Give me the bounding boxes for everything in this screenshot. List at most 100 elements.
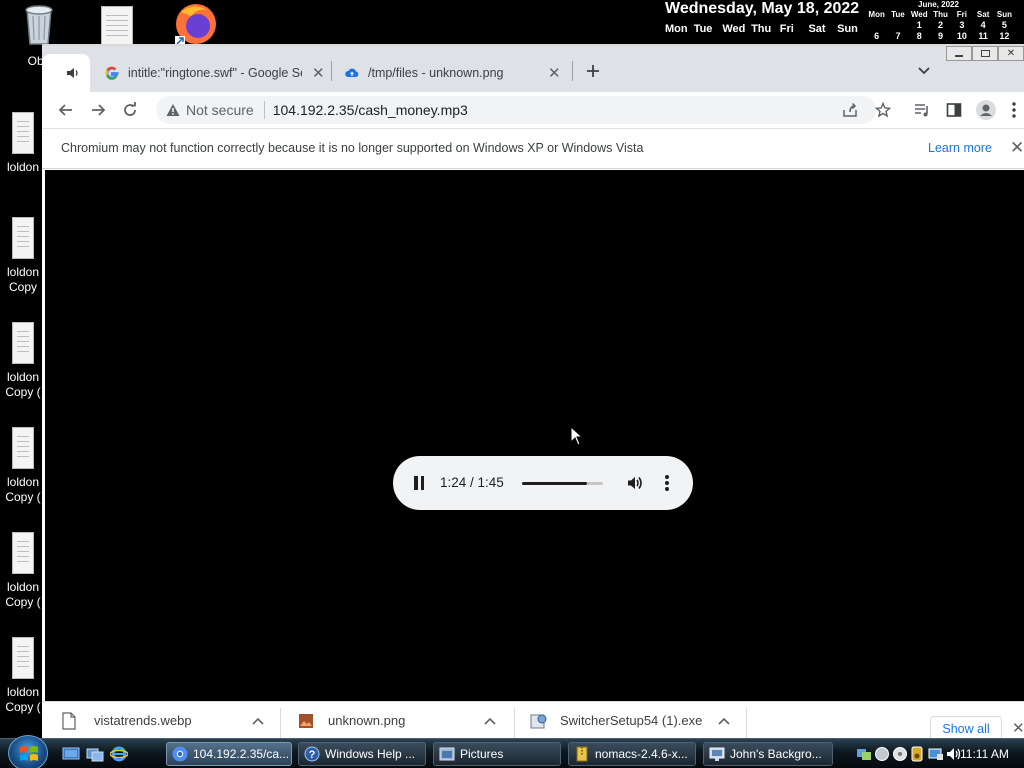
calendar-day-header: Fri — [956, 10, 967, 19]
audio-player[interactable]: 1:24 / 1:45 — [393, 456, 693, 510]
maximize-button[interactable] — [972, 46, 998, 61]
calendar-date: 2 — [938, 20, 944, 30]
calendar-date: 11 — [978, 31, 988, 41]
back-button[interactable] — [52, 96, 80, 124]
desktop-file-label: loldon — [6, 580, 40, 594]
profile-button[interactable] — [972, 96, 1000, 124]
close-tab-icon[interactable]: ✕ — [548, 64, 561, 82]
weekday: Sun — [837, 23, 858, 35]
taskbar-item-label: nomacs-2.4.6-x... — [595, 747, 688, 761]
close-tab-icon[interactable]: ✕ — [312, 64, 325, 82]
document-icon — [12, 532, 34, 574]
svg-text:?: ? — [309, 749, 316, 761]
not-secure-label[interactable]: Not secure — [186, 102, 254, 118]
weekday: Wed — [722, 23, 746, 35]
taskbar-item-chromium[interactable]: 104.192.2.35/ca... — [166, 742, 292, 766]
display-settings-icon — [709, 747, 725, 761]
kebab-dot — [665, 487, 669, 491]
arrow-right-icon — [92, 104, 106, 116]
pause-button[interactable] — [413, 476, 425, 490]
tab-strip: intitle:"ringtone.swf" - Google Se ✕ /tm… — [42, 46, 1024, 92]
kebab-menu-icon — [1012, 102, 1016, 118]
recycle-bin-icon — [25, 5, 53, 45]
menu-button[interactable] — [1004, 96, 1024, 124]
desktop-file-loldon-copy-3[interactable]: loldon Copy ( — [2, 427, 44, 505]
taskbar-item-background[interactable]: John's Backgro... — [703, 742, 833, 766]
close-infobar-icon[interactable]: ✕ — [1010, 138, 1024, 158]
desktop-file-icon[interactable] — [100, 6, 134, 46]
taskbar-item-nomacs[interactable]: nomacs-2.4.6-x... — [568, 742, 696, 766]
download-item[interactable]: SwitcherSetup54 (1).exe — [530, 702, 736, 739]
chevron-up-icon[interactable] — [718, 717, 730, 725]
media-tray-icon[interactable] — [892, 746, 908, 762]
explorer-icon — [439, 747, 455, 761]
tab-active-audio[interactable] — [42, 54, 90, 92]
side-panel-button[interactable] — [940, 96, 968, 124]
calendar-date — [866, 20, 887, 30]
share-icon[interactable] — [842, 102, 858, 118]
download-item[interactable]: vistatrends.webp — [62, 702, 268, 739]
pause-icon-bar — [414, 476, 418, 490]
avatar-icon — [976, 100, 996, 120]
desktop-file-label-line2: Copy ( — [5, 700, 41, 714]
close-download-shelf-icon[interactable]: ✕ — [1012, 719, 1024, 737]
switch-windows-icon[interactable] — [86, 745, 104, 763]
speaker-icon — [67, 68, 78, 78]
media-controls-button[interactable] — [908, 96, 936, 124]
omnibox-divider — [263, 101, 265, 119]
forward-button[interactable] — [84, 96, 112, 124]
network-tray-icon[interactable] — [856, 746, 872, 762]
seek-slider[interactable] — [522, 482, 603, 485]
url-text[interactable]: 104.192.2.35/cash_money.mp3 — [273, 102, 468, 118]
tab-google-search[interactable]: intitle:"ringtone.swf" - Google Se ✕ — [92, 54, 332, 92]
desktop: Obu loldon loldon Copy loldon Copy ( lol… — [0, 0, 1024, 768]
tab-tmp-files[interactable]: /tmp/files - unknown.png ✕ — [332, 54, 572, 92]
internet-explorer-icon[interactable] — [110, 745, 128, 763]
reload-button[interactable] — [116, 96, 144, 124]
globe-tray-icon[interactable] — [874, 746, 890, 762]
calendar-date: 1 — [916, 20, 922, 30]
chevron-up-icon[interactable] — [484, 717, 496, 725]
learn-more-link[interactable]: Learn more — [928, 141, 992, 155]
desktop-file-label-line2: Copy — [8, 280, 37, 294]
desktop-file-loldon-copy-5[interactable]: loldon Copy ( — [2, 637, 44, 715]
volume-icon[interactable] — [626, 474, 644, 492]
calendar-date: 8 — [916, 31, 922, 41]
taskbar-item-pictures[interactable]: Pictures — [433, 742, 561, 766]
windows-logo-icon — [20, 746, 38, 761]
start-button[interactable] — [8, 735, 48, 768]
monitor-tray-icon[interactable] — [928, 746, 944, 762]
download-filename: unknown.png — [328, 713, 406, 728]
taskbar-item-windows-help[interactable]: ? Windows Help ... — [298, 742, 426, 766]
desktop-file-loldon[interactable]: loldon — [2, 112, 44, 175]
document-icon — [12, 112, 34, 154]
new-tab-button[interactable] — [580, 58, 606, 84]
desktop-file-label: loldon — [6, 370, 40, 384]
desktop-file-loldon-copy-2[interactable]: loldon Copy ( — [2, 322, 44, 400]
show-desktop-icon[interactable] — [62, 745, 80, 763]
player-options-button[interactable] — [665, 475, 669, 491]
document-icon — [12, 637, 34, 679]
taskbar-clock[interactable]: 11:11 AM — [960, 747, 1009, 761]
side-panel-icon — [946, 103, 962, 117]
minimize-icon — [955, 55, 963, 57]
help-icon: ? — [304, 746, 320, 762]
warning-triangle-icon — [166, 104, 180, 116]
minimize-button[interactable] — [946, 46, 972, 61]
tab-title: intitle:"ringtone.swf" - Google Se — [128, 66, 302, 80]
pause-icon-bar — [420, 476, 424, 490]
firefox-desktop-icon[interactable] — [172, 2, 220, 46]
browser-window: intitle:"ringtone.swf" - Google Se ✕ /tm… — [42, 46, 1024, 742]
desktop-file-loldon-copy-4[interactable]: loldon Copy ( — [2, 532, 44, 610]
close-icon: ✕ — [1006, 48, 1016, 59]
close-window-button[interactable]: ✕ — [998, 46, 1024, 61]
download-item[interactable]: unknown.png — [298, 702, 502, 739]
star-icon — [875, 102, 891, 118]
speaker-tray-icon[interactable] — [910, 746, 924, 762]
mouse-cursor-icon — [570, 426, 584, 446]
address-bar[interactable]: Not secure 104.192.2.35/cash_money.mp3 — [156, 96, 876, 124]
chevron-up-icon[interactable] — [252, 717, 264, 725]
bookmark-button[interactable] — [869, 96, 897, 124]
tab-search-button[interactable] — [912, 60, 936, 82]
desktop-file-loldon-copy[interactable]: loldon Copy — [2, 217, 44, 295]
